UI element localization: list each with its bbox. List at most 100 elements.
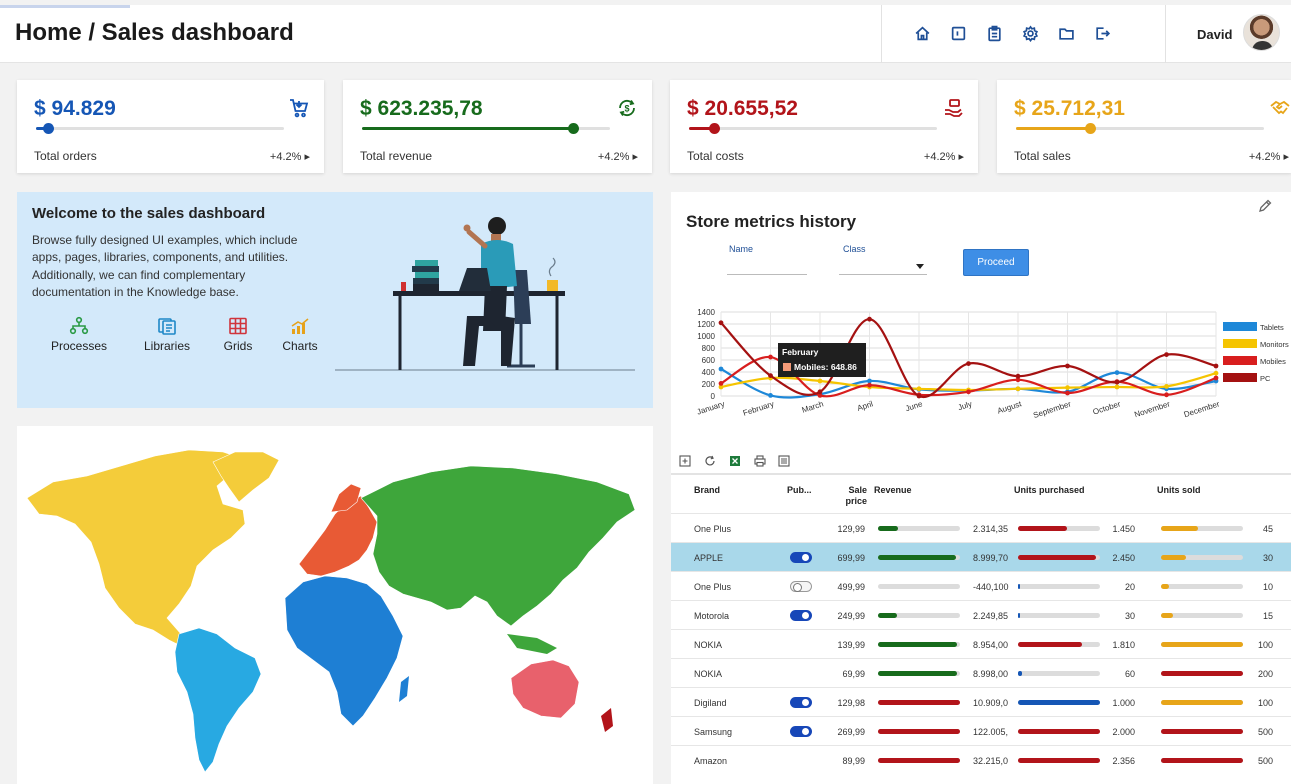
region-south-america[interactable] xyxy=(174,627,262,773)
cell-revenue: 8.999,70 xyxy=(973,553,1009,563)
data-point[interactable] xyxy=(1065,363,1070,369)
edit-icon[interactable] xyxy=(1257,198,1273,214)
clipboard-icon[interactable] xyxy=(986,25,1003,42)
data-point[interactable] xyxy=(1213,375,1219,381)
data-point[interactable] xyxy=(966,389,971,395)
data-point[interactable] xyxy=(1114,370,1120,375)
kpi-label: Total sales xyxy=(1014,149,1071,163)
data-point[interactable] xyxy=(1213,363,1219,369)
layout-icon[interactable] xyxy=(950,25,967,42)
data-point[interactable] xyxy=(916,393,922,399)
kpi-value: $ 94.829 xyxy=(34,97,116,120)
published-toggle[interactable] xyxy=(790,610,812,621)
table-row[interactable]: APPLE 699,99 8.999,70 2.450 30 xyxy=(671,542,1291,571)
region-indonesia[interactable] xyxy=(507,634,557,654)
data-point[interactable] xyxy=(867,382,872,388)
revenue-bar xyxy=(878,642,960,647)
data-point[interactable] xyxy=(1015,386,1021,392)
quick-link-grids[interactable]: Grids xyxy=(203,316,273,353)
quick-link-libraries[interactable]: Libraries xyxy=(132,316,202,353)
data-point[interactable] xyxy=(718,381,724,386)
data-point[interactable] xyxy=(1164,384,1169,389)
data-point[interactable] xyxy=(1114,384,1120,390)
region-new-zealand[interactable] xyxy=(601,708,613,732)
quick-link-charts[interactable]: Charts xyxy=(265,316,335,353)
units-purchased-bar xyxy=(1018,671,1100,676)
user-name[interactable]: David xyxy=(1197,27,1232,42)
column-header-revenue[interactable]: Revenue xyxy=(874,485,912,495)
kpi-progress-track xyxy=(1016,123,1264,134)
avatar[interactable] xyxy=(1243,14,1280,51)
region-madagascar[interactable] xyxy=(399,676,409,702)
table-row[interactable]: One Plus 499,99 -440,100 20 10 xyxy=(671,571,1291,600)
table-row[interactable]: NOKIA 69,99 8.998,00 60 200 xyxy=(671,658,1291,687)
cell-units-purchased: 20 xyxy=(1124,582,1135,592)
region-greenland[interactable] xyxy=(212,451,280,503)
revenue-bar-fill xyxy=(878,758,960,763)
refresh-icon[interactable] xyxy=(704,454,716,466)
revenue-bar-fill xyxy=(878,671,957,676)
cell-brand: One Plus xyxy=(694,582,732,592)
table-row[interactable]: One Plus 129,99 2.314,35 1.450 45 xyxy=(671,513,1291,542)
table-row[interactable]: NOKIA 139,99 8.954,00 1.810 100 xyxy=(671,629,1291,658)
legend-label[interactable]: Monitors xyxy=(1260,340,1289,349)
folder-icon[interactable] xyxy=(1058,25,1075,42)
data-point[interactable] xyxy=(867,316,872,322)
y-tick-label: 600 xyxy=(702,356,716,365)
column-header-published[interactable]: Pub... xyxy=(787,485,812,495)
print-icon[interactable] xyxy=(754,454,766,467)
legend-label[interactable]: Mobiles xyxy=(1260,357,1286,366)
top-header: Home / Sales dashboard David xyxy=(0,5,1291,63)
data-point[interactable] xyxy=(1065,385,1070,390)
quick-link-processes[interactable]: Processes xyxy=(44,316,114,353)
data-point[interactable] xyxy=(817,389,823,395)
cart-icon xyxy=(288,97,310,119)
home-icon[interactable] xyxy=(914,25,931,42)
column-header-units-sold[interactable]: Units sold xyxy=(1157,485,1201,495)
column-header-sale-price[interactable]: Sale price xyxy=(841,485,867,507)
column-header-units-purchased[interactable]: Units purchased xyxy=(1014,485,1085,495)
data-point[interactable] xyxy=(817,378,823,384)
published-toggle[interactable] xyxy=(790,581,812,592)
data-point[interactable] xyxy=(1015,373,1021,379)
data-point[interactable] xyxy=(867,378,872,384)
data-point[interactable] xyxy=(768,373,773,378)
region-oceania[interactable] xyxy=(510,659,580,719)
legend-label[interactable]: Tablets xyxy=(1260,323,1284,332)
data-point[interactable] xyxy=(916,386,922,392)
data-point[interactable] xyxy=(1164,352,1169,357)
revenue-bar-fill xyxy=(878,526,898,531)
name-field[interactable] xyxy=(727,274,807,275)
class-select[interactable] xyxy=(839,274,927,275)
data-point[interactable] xyxy=(1065,390,1070,396)
chevron-down-icon[interactable] xyxy=(916,264,924,269)
data-point[interactable] xyxy=(1164,392,1169,398)
data-point[interactable] xyxy=(1213,370,1219,376)
data-point[interactable] xyxy=(768,354,773,360)
cell-units-sold: 10 xyxy=(1262,582,1273,592)
table-row[interactable]: Digiland 129,98 10.909,0 1.000 100 xyxy=(671,687,1291,716)
data-point[interactable] xyxy=(718,320,724,326)
excel-icon[interactable] xyxy=(729,454,741,466)
table-row[interactable]: Amazon 89,99 32.215,0 2.356 500 xyxy=(671,745,1291,774)
data-point[interactable] xyxy=(768,393,773,398)
proceed-button[interactable]: Proceed xyxy=(963,249,1029,276)
data-point[interactable] xyxy=(1114,379,1120,385)
cell-units-purchased: 60 xyxy=(1124,669,1135,679)
columns-icon[interactable] xyxy=(778,454,790,467)
settings-icon[interactable] xyxy=(1022,25,1039,42)
table-row[interactable]: Motorola 249,99 2.249,85 30 15 xyxy=(671,600,1291,629)
published-toggle[interactable] xyxy=(790,697,812,708)
published-toggle[interactable] xyxy=(790,726,812,737)
legend-label[interactable]: PC xyxy=(1260,374,1271,383)
region-africa[interactable] xyxy=(284,575,404,727)
logout-icon[interactable] xyxy=(1094,25,1111,42)
data-point[interactable] xyxy=(966,361,971,366)
column-header-brand[interactable]: Brand xyxy=(694,485,720,495)
world-map[interactable] xyxy=(17,426,653,784)
table-row[interactable]: Samsung 269,99 122.005, 2.000 500 xyxy=(671,716,1291,745)
add-icon[interactable] xyxy=(679,454,691,467)
published-toggle[interactable] xyxy=(790,552,812,563)
region-asia[interactable] xyxy=(360,465,636,627)
data-point[interactable] xyxy=(718,366,724,372)
